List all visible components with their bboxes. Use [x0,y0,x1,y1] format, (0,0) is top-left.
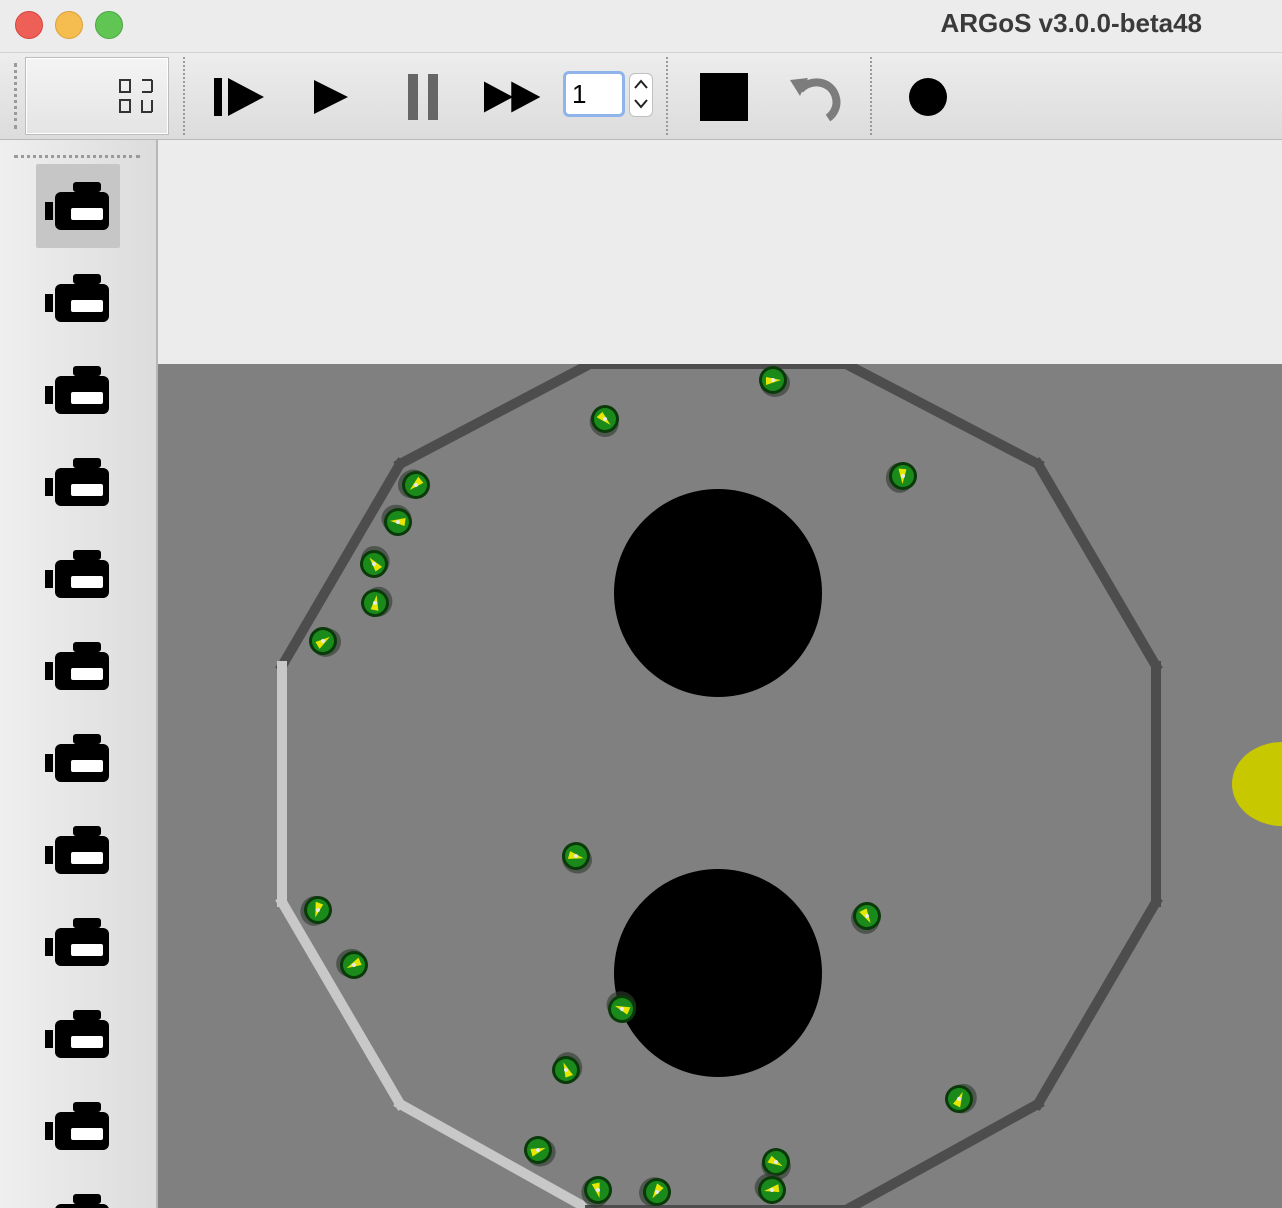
camera-icon [45,274,109,322]
camera-icon [45,918,109,966]
arena-scene[interactable] [158,364,1282,1208]
play-button[interactable] [300,67,360,127]
camera-button-10[interactable] [36,992,120,1076]
window-title: ARGoS v3.0.0-beta48 [940,8,1202,38]
toolbar-separator [666,57,668,135]
record-icon [909,78,947,116]
speed-input[interactable] [563,71,625,117]
sidebar-grip[interactable] [14,155,140,158]
step-button[interactable] [208,67,268,127]
camera-button-6[interactable] [36,624,120,708]
stop-icon [700,73,748,121]
camera-button-2[interactable] [36,256,120,340]
pause-button[interactable] [394,67,454,127]
reset-button[interactable] [786,67,846,127]
camera-icon [45,826,109,874]
record-button[interactable] [898,67,958,127]
camera-button-4[interactable] [36,440,120,524]
viewport-background [158,140,1282,364]
camera-button-7[interactable] [36,716,120,800]
toolbar-separator [870,57,872,135]
camera-button-5[interactable] [36,532,120,616]
step-icon [214,78,264,116]
obstacle-cylinder [614,869,822,1077]
title-bar: ARGoS v3.0.0-beta48 [0,0,1282,53]
fast-forward-button[interactable] [484,67,544,127]
camera-button-1[interactable] [36,164,120,248]
pause-icon [408,74,438,120]
play-icon [314,80,348,114]
camera-sidebar [0,140,158,1208]
camera-button-9[interactable] [36,900,120,984]
close-window-button[interactable] [15,11,43,39]
camera-icon [45,550,109,598]
toolbar-separator [183,57,185,135]
fast-forward-icon [484,81,541,113]
camera-button-12[interactable] [36,1176,120,1208]
chevron-up-icon[interactable] [630,74,652,94]
camera-icon [45,366,109,414]
camera-icon [45,182,109,230]
camera-icon [45,642,109,690]
frame-counter-display [25,57,169,135]
toolbar [0,53,1282,140]
speed-stepper[interactable] [629,73,653,117]
toolbar-grip[interactable] [14,63,17,129]
speed-spinbox[interactable] [563,71,653,117]
camera-icon [45,458,109,506]
chevron-down-icon[interactable] [630,94,652,114]
frame-counter-icon [119,79,153,113]
minimize-window-button[interactable] [55,11,83,39]
camera-icon [45,734,109,782]
camera-icon [45,1102,109,1150]
camera-button-3[interactable] [36,348,120,432]
camera-button-8[interactable] [36,808,120,892]
reset-icon [790,78,841,122]
stop-button[interactable] [694,67,754,127]
arena-viewport[interactable] [158,364,1282,1208]
camera-icon [45,1010,109,1058]
camera-icon [55,1194,109,1208]
obstacle-cylinder [614,489,822,697]
camera-button-11[interactable] [36,1084,120,1168]
zoom-window-button[interactable] [95,11,123,39]
